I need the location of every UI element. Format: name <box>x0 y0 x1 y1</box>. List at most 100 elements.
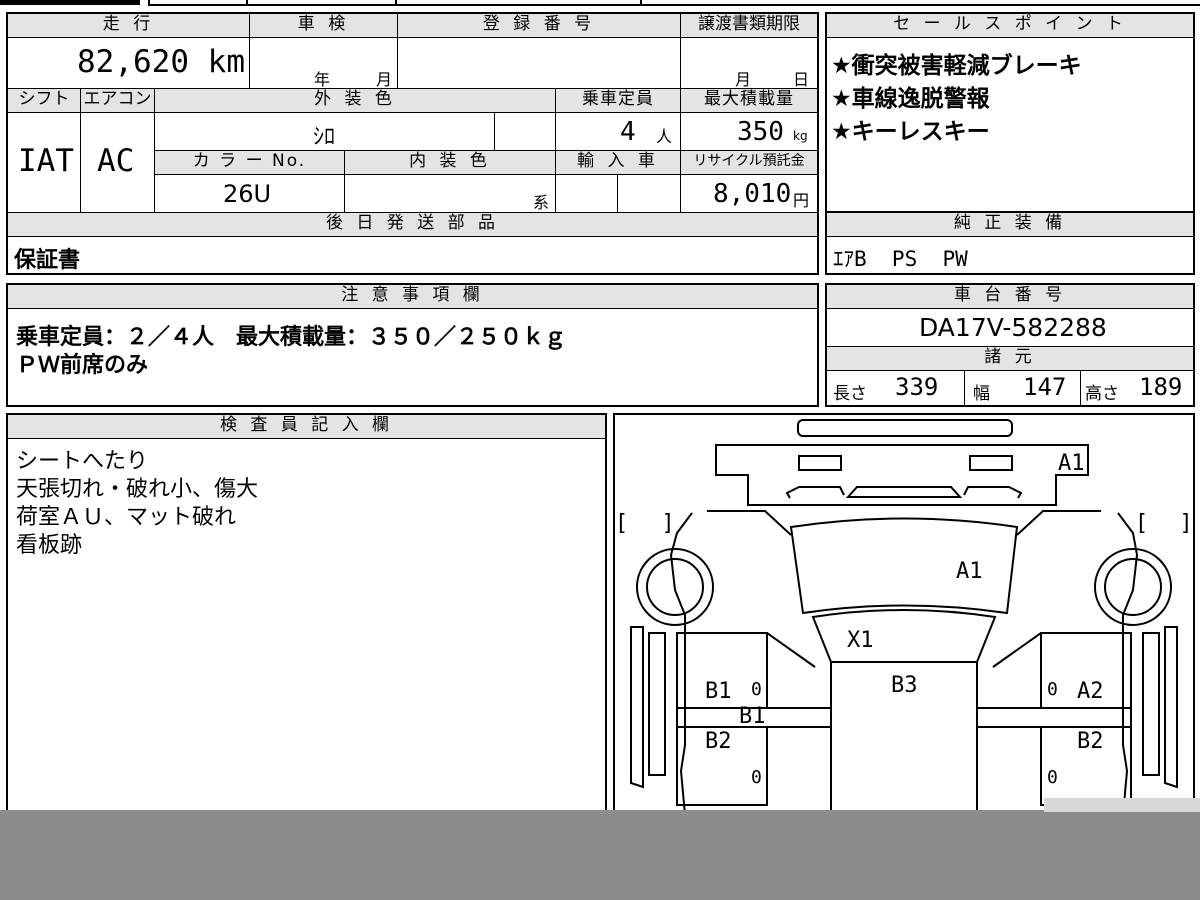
mark-left-front-door: B1 <box>705 679 732 704</box>
bracket-left-open: [ <box>618 511 627 536</box>
import-cell-1 <box>556 175 618 213</box>
vehicle-info-table: 走 行 車 検 登 録 番 号 譲渡書類期限 82,620 km 年 月 月 日… <box>6 12 819 275</box>
capacity-unit: 人 <box>656 127 673 146</box>
specs-width-value: 147 <box>1023 373 1067 401</box>
bracket-right-close: ] <box>1181 511 1190 536</box>
recycle-unit: 円 <box>793 191 810 210</box>
genuine-equipment-header: 純 正 装 備 <box>827 213 1193 237</box>
transfer-cell: 月 日 <box>681 38 817 89</box>
hood <box>789 517 1019 615</box>
mark-zero-2: 0 <box>751 767 762 788</box>
chassis-cell: DA17V-582288 <box>827 309 1193 347</box>
left-rail <box>630 626 644 789</box>
interior-color-header: 内 装 色 <box>345 151 556 175</box>
aircon-value: AC <box>97 143 135 179</box>
later-shipment-cell: 保証書 <box>8 237 817 273</box>
bracket-right-open: [ <box>1138 511 1147 536</box>
mark-hood: A1 <box>956 559 983 584</box>
right-pillar <box>976 707 1132 728</box>
registration-cell <box>398 38 681 89</box>
exterior-color-header: 外 装 色 <box>155 89 556 113</box>
notes-line-2: ＰＷ前席のみ <box>16 353 149 378</box>
import-cell-2 <box>618 175 681 213</box>
max-load-cell: 350 kg <box>681 113 817 151</box>
chassis-specs-box: 車 台 番 号 DA17V-582288 諸 元 長さ 339 幅 147 高さ… <box>825 283 1195 407</box>
shift-cell: IAT <box>8 113 81 213</box>
notes-box: 注 意 事 項 欄 乗車定員：２／４人 最大積載量：３５０／２５０ｋｇ ＰＷ前席… <box>6 283 819 407</box>
capacity-header: 乗車定員 <box>556 89 681 113</box>
left-mirror <box>766 632 816 668</box>
grille-left <box>785 486 845 499</box>
transfer-day: 日 <box>793 70 810 89</box>
later-shipment-header: 後 日 発 送 部 品 <box>8 213 817 237</box>
damage-diagram-box: [ ] [ ] A1 A1 X1 B3 B1 B1 B2 A2 B2 0 0 0… <box>613 413 1195 833</box>
exterior-color-extra-cell <box>495 113 556 151</box>
color-no-value: 26U <box>223 180 272 208</box>
mark-right-rear-door: B2 <box>1077 729 1104 754</box>
mark-zero-3: 0 <box>1047 679 1058 700</box>
mileage-header: 走 行 <box>8 14 250 38</box>
interior-color-cell: 系 <box>345 175 556 213</box>
max-load-unit: kg <box>793 129 808 143</box>
bottom-overlay-bar <box>0 810 1200 900</box>
mileage-value: 82,620 km <box>77 44 245 80</box>
mark-right-front-door: A2 <box>1077 679 1104 704</box>
inspector-notes-box: 検 査 員 記 入 欄 シートへたり 天張切れ・破れ小、傷大 荷室ＡＵ、マット破… <box>6 413 607 833</box>
mileage-cell: 82,620 km <box>8 38 250 89</box>
transfer-month: 月 <box>735 70 752 89</box>
windshield <box>811 609 997 663</box>
specs-width-label: 幅 <box>973 384 990 404</box>
inspection-year: 年 <box>314 70 331 89</box>
aircon-cell: AC <box>81 113 155 213</box>
front-lamp-right <box>969 455 1013 471</box>
top-strip <box>0 0 1200 8</box>
inspector-line-4: 看板跡 <box>16 533 83 558</box>
specs-height-value: 189 <box>1139 373 1183 401</box>
max-load-header: 最大積載量 <box>681 89 817 113</box>
aircon-header: エアコン <box>81 89 155 113</box>
import-header: 輸 入 車 <box>556 151 681 175</box>
shift-header: シフト <box>8 89 81 113</box>
bottom-overlay-patch <box>1044 798 1200 812</box>
transfer-deadline-header: 譲渡書類期限 <box>681 14 817 38</box>
mark-windshield: X1 <box>847 628 874 653</box>
shift-value: IAT <box>18 143 74 179</box>
mark-left-rear-door: B2 <box>705 729 732 754</box>
mark-roof: B3 <box>891 673 918 698</box>
interior-color-suffix: 系 <box>533 193 550 212</box>
specs-height-cell: 高さ 189 <box>1081 371 1193 405</box>
front-bumper-tab <box>797 419 1013 437</box>
genuine-equipment-box: 純 正 装 備 ｴｱB PS PW <box>825 211 1195 275</box>
recycle-cell: 8,010 円 <box>681 175 817 213</box>
left-rail-inner <box>648 632 666 776</box>
right-mirror <box>992 632 1042 668</box>
mark-zero-4: 0 <box>1047 767 1058 788</box>
mark-left-mid: B1 <box>739 704 766 729</box>
sales-point-2: ★車線逸脱警報 <box>831 86 990 112</box>
sales-points-header: セ ー ル ス ポ イ ン ト <box>827 14 1193 38</box>
inspector-notes-header: 検 査 員 記 入 欄 <box>8 415 605 439</box>
specs-height-label: 高さ <box>1085 384 1119 404</box>
specs-length-cell: 長さ 339 <box>827 371 965 405</box>
genuine-equipment-value: ｴｱB PS PW <box>833 247 968 271</box>
inspection-header: 車 検 <box>250 14 398 38</box>
sales-point-1: ★衝突被害軽減ブレーキ <box>831 53 1082 79</box>
registration-header: 登 録 番 号 <box>398 14 681 38</box>
bracket-left-close: ] <box>663 511 672 536</box>
mark-front-top: A1 <box>1058 451 1085 476</box>
exterior-color-cell: ｼﾛ <box>155 113 495 151</box>
color-no-cell: 26U <box>155 175 345 213</box>
right-rail-inner <box>1142 632 1160 776</box>
chassis-header: 車 台 番 号 <box>827 285 1193 309</box>
max-load-value: 350 <box>737 117 784 147</box>
inspection-cell: 年 月 <box>250 38 398 89</box>
right-rail <box>1164 626 1178 789</box>
grille-center <box>845 486 963 498</box>
capacity-value: 4 <box>620 117 636 147</box>
shoulder-right <box>1016 510 1101 536</box>
vehicle-outline-diagram <box>630 419 1178 828</box>
exterior-color-value: ｼﾛ <box>313 125 336 150</box>
shoulder-left <box>707 510 792 536</box>
later-shipment-value: 保証書 <box>14 248 81 273</box>
specs-header: 諸 元 <box>827 347 1193 371</box>
